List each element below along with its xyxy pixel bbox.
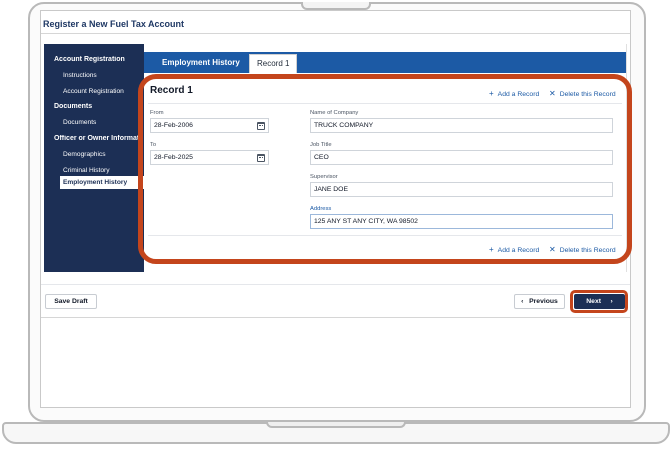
sidebar-nav: Account Registration Instructions Accoun… <box>44 44 144 272</box>
previous-button[interactable]: ‹ Previous <box>514 294 565 309</box>
tab-record-1[interactable]: Record 1 <box>249 54 298 73</box>
page-title: Register a New Fuel Tax Account <box>43 19 185 29</box>
tab-bar: Employment History Record 1 <box>144 52 626 73</box>
sidebar-section-account-registration[interactable]: Account Registration <box>54 56 150 63</box>
sidebar-section-documents[interactable]: Documents <box>54 103 150 110</box>
footer-divider <box>41 284 630 285</box>
laptop-camera-notch <box>301 2 371 10</box>
chevron-left-icon: ‹ <box>521 298 524 305</box>
title-divider <box>41 33 630 34</box>
sidebar-section-officer-owner[interactable]: Officer or Owner Informat <box>54 135 150 142</box>
previous-label: Previous <box>529 298 558 305</box>
sidebar-item-employment-history[interactable]: Employment History <box>60 176 144 189</box>
laptop-base-groove <box>266 422 406 428</box>
next-button-highlight <box>570 290 628 313</box>
record-card-highlight <box>138 74 632 264</box>
tab-employment-history[interactable]: Employment History <box>162 58 240 67</box>
lower-divider <box>41 317 630 318</box>
save-draft-button[interactable]: Save Draft <box>45 294 97 309</box>
